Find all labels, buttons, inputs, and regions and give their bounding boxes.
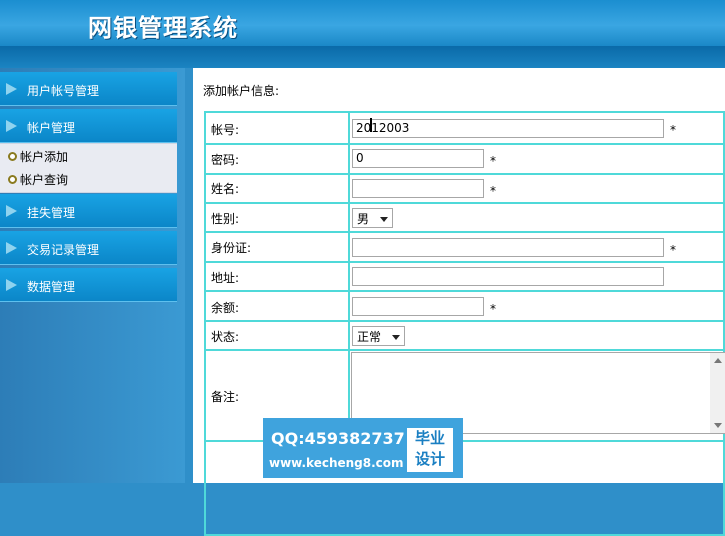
arrow-right-icon: [6, 83, 17, 95]
balance-input[interactable]: [352, 297, 484, 316]
required-mark: *: [490, 154, 496, 168]
menu-label: 用户帐号管理: [27, 84, 100, 98]
id-card-input[interactable]: [352, 238, 664, 257]
watermark-badge: 毕业 设计: [407, 428, 453, 472]
account-label: 帐号:: [211, 123, 240, 137]
submenu-label: 帐户添加: [20, 150, 69, 164]
table-divider: [206, 143, 725, 145]
required-mark: *: [670, 123, 676, 137]
table-divider: [206, 202, 725, 204]
table-divider: [206, 320, 725, 322]
table-divider: [206, 349, 725, 351]
table-divider: [348, 113, 350, 442]
app-title: 网银管理系统: [88, 13, 238, 42]
menu-transactions[interactable]: 交易记录管理: [0, 231, 177, 265]
scroll-down-icon[interactable]: [714, 423, 722, 428]
status-label: 状态:: [211, 330, 240, 344]
menu-label: 挂失管理: [27, 206, 76, 220]
address-input[interactable]: [352, 267, 664, 286]
remark-label: 备注:: [211, 390, 240, 404]
menu-account[interactable]: 帐户管理: [0, 109, 177, 143]
badge-line: 设计: [414, 450, 445, 468]
password-input[interactable]: 0: [352, 149, 484, 168]
badge-line: 毕业: [414, 429, 445, 447]
name-input[interactable]: [352, 179, 484, 198]
bullet-icon: [8, 152, 17, 161]
required-mark: *: [490, 302, 496, 316]
section-title: 添加帐户信息:: [203, 84, 280, 98]
textarea-scrollbar[interactable]: [710, 353, 725, 433]
table-divider: [206, 231, 725, 233]
app-header: 网银管理系统: [0, 0, 725, 46]
text-cursor-icon: [370, 118, 372, 132]
gender-label: 性别:: [211, 212, 240, 226]
bullet-icon: [8, 175, 17, 184]
watermark: QQ:459382737 www.kecheng8.com 毕业 设计: [263, 418, 463, 478]
arrow-right-icon: [6, 242, 17, 254]
name-label: 姓名:: [211, 182, 240, 196]
password-label: 密码:: [211, 153, 240, 167]
account-input[interactable]: 2012003: [352, 119, 664, 138]
menu-label: 帐户管理: [27, 121, 76, 135]
arrow-right-icon: [6, 279, 17, 291]
id-card-label: 身份证:: [211, 241, 252, 255]
required-mark: *: [670, 243, 676, 257]
submenu-label: 帐户查询: [20, 173, 69, 187]
scroll-up-icon[interactable]: [714, 358, 722, 363]
arrow-right-icon: [6, 205, 17, 217]
address-label: 地址:: [211, 271, 240, 285]
sidebar: 用户帐号管理 帐户管理 帐户添加 帐户查询 挂失管理 交易记录管理 数据管理: [0, 68, 185, 483]
gender-value: 男: [357, 212, 370, 226]
chevron-down-icon: [392, 335, 400, 340]
menu-data[interactable]: 数据管理: [0, 268, 177, 302]
watermark-qq: QQ:459382737: [271, 429, 405, 448]
arrow-right-icon: [6, 120, 17, 132]
status-value: 正常: [357, 330, 382, 344]
menu-label: 交易记录管理: [27, 243, 100, 257]
gender-select[interactable]: 男: [352, 208, 393, 228]
menu-loss-report[interactable]: 挂失管理: [0, 194, 177, 228]
status-select[interactable]: 正常: [352, 326, 405, 346]
chevron-down-icon: [380, 217, 388, 222]
header-strip: [0, 46, 725, 68]
required-mark: *: [490, 184, 496, 198]
balance-label: 余额:: [211, 301, 240, 315]
table-divider: [206, 261, 725, 263]
account-submenu: 帐户添加 帐户查询: [0, 143, 177, 193]
table-divider: [206, 173, 725, 175]
table-divider: [206, 290, 725, 292]
watermark-url: www.kecheng8.com: [269, 456, 404, 470]
menu-label: 数据管理: [27, 280, 76, 294]
menu-user-account[interactable]: 用户帐号管理: [0, 72, 177, 106]
